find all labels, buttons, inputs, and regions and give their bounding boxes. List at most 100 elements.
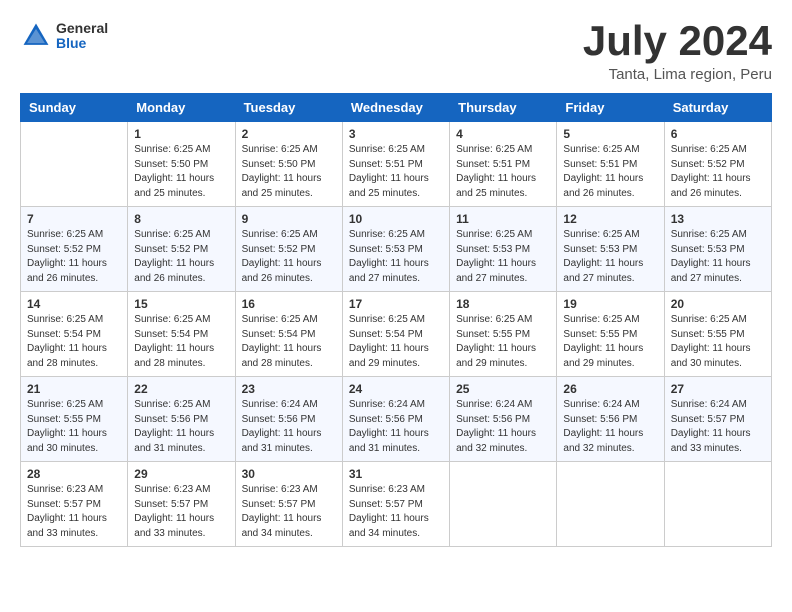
day-number: 29 [134,467,228,481]
day-number: 6 [671,127,765,141]
calendar-cell: 7 Sunrise: 6:25 AMSunset: 5:52 PMDaylight… [21,207,128,292]
day-info: Sunrise: 6:25 AMSunset: 5:55 PMDaylight:… [27,398,121,456]
day-info: Sunrise: 6:25 AMSunset: 5:52 PMDaylight:… [242,228,336,286]
day-info: Sunrise: 6:23 AMSunset: 5:57 PMDaylight:… [134,483,228,541]
calendar-cell: 25Sunrise: 6:24 AMSunset: 5:56 PMDayligh… [450,377,557,462]
calendar-week-row: 21 Sunrise: 6:25 AMSunset: 5:55 PMDayligh… [21,377,772,462]
day-number: 24 [349,382,443,396]
calendar-cell: 8 Sunrise: 6:25 AMSunset: 5:52 PMDaylight… [128,207,235,292]
day-info: Sunrise: 6:23 AMSunset: 5:57 PMDaylight:… [27,483,121,541]
day-number: 8 [134,212,228,226]
calendar-cell: 31 Sunrise: 6:23 AMSunset: 5:57 PMDayligh… [342,462,449,547]
day-number: 17 [349,297,443,311]
day-number: 13 [671,212,765,226]
month-title: July 2024 [583,20,772,62]
calendar-header-row: SundayMondayTuesdayWednesdayThursdayFrid… [21,94,772,122]
calendar-week-row: 28 Sunrise: 6:23 AMSunset: 5:57 PMDayligh… [21,462,772,547]
calendar-day-header: Tuesday [235,94,342,122]
calendar-cell: 5Sunrise: 6:25 AMSunset: 5:51 PMDaylight… [557,122,664,207]
day-info: Sunrise: 6:25 AMSunset: 5:53 PMDaylight:… [349,228,443,286]
calendar-cell: 21 Sunrise: 6:25 AMSunset: 5:55 PMDayligh… [21,377,128,462]
calendar-day-header: Friday [557,94,664,122]
day-number: 4 [456,127,550,141]
day-info: Sunrise: 6:25 AMSunset: 5:51 PMDaylight:… [456,143,550,201]
logo-general-text: General [56,21,108,36]
day-info: Sunrise: 6:25 AMSunset: 5:54 PMDaylight:… [134,313,228,371]
day-number: 28 [27,467,121,481]
calendar-cell: 4 Sunrise: 6:25 AMSunset: 5:51 PMDaylight… [450,122,557,207]
day-info: Sunrise: 6:25 AMSunset: 5:52 PMDaylight:… [134,228,228,286]
calendar-cell: 3 Sunrise: 6:25 AMSunset: 5:51 PMDaylight… [342,122,449,207]
calendar-cell: 9 Sunrise: 6:25 AMSunset: 5:52 PMDaylight… [235,207,342,292]
day-number: 11 [456,212,550,226]
location-text: Tanta, Lima region, Peru [583,66,772,83]
calendar-week-row: 1Sunrise: 6:25 AMSunset: 5:50 PMDaylight… [21,122,772,207]
calendar-cell: 27 Sunrise: 6:24 AMSunset: 5:57 PMDayligh… [664,377,771,462]
day-number: 18 [456,297,550,311]
calendar-cell: 26Sunrise: 6:24 AMSunset: 5:56 PMDayligh… [557,377,664,462]
day-info: Sunrise: 6:24 AMSunset: 5:56 PMDaylight:… [242,398,336,456]
day-number: 16 [242,297,336,311]
day-number: 19 [563,297,657,311]
calendar-week-row: 14 Sunrise: 6:25 AMSunset: 5:54 PMDayligh… [21,292,772,377]
calendar-day-header: Monday [128,94,235,122]
day-info: Sunrise: 6:25 AMSunset: 5:54 PMDaylight:… [27,313,121,371]
day-info: Sunrise: 6:25 AMSunset: 5:55 PMDaylight:… [671,313,765,371]
logo: General Blue [20,20,108,52]
calendar-cell: 11 Sunrise: 6:25 AMSunset: 5:53 PMDayligh… [450,207,557,292]
day-info: Sunrise: 6:24 AMSunset: 5:57 PMDaylight:… [671,398,765,456]
calendar-cell: 2Sunrise: 6:25 AMSunset: 5:50 PMDaylight… [235,122,342,207]
calendar-cell: 16 Sunrise: 6:25 AMSunset: 5:54 PMDayligh… [235,292,342,377]
day-number: 12 [563,212,657,226]
title-block: July 2024 Tanta, Lima region, Peru [583,20,772,83]
calendar-week-row: 7 Sunrise: 6:25 AMSunset: 5:52 PMDaylight… [21,207,772,292]
day-info: Sunrise: 6:25 AMSunset: 5:50 PMDaylight:… [242,143,336,201]
day-info: Sunrise: 6:25 AMSunset: 5:54 PMDaylight:… [242,313,336,371]
day-number: 23 [242,382,336,396]
calendar-table: SundayMondayTuesdayWednesdayThursdayFrid… [20,93,772,547]
calendar-cell [450,462,557,547]
day-info: Sunrise: 6:25 AMSunset: 5:53 PMDaylight:… [671,228,765,286]
day-info: Sunrise: 6:25 AMSunset: 5:51 PMDaylight:… [349,143,443,201]
day-number: 3 [349,127,443,141]
day-info: Sunrise: 6:25 AMSunset: 5:56 PMDaylight:… [134,398,228,456]
calendar-day-header: Saturday [664,94,771,122]
day-info: Sunrise: 6:25 AMSunset: 5:52 PMDaylight:… [27,228,121,286]
calendar-day-header: Sunday [21,94,128,122]
day-number: 21 [27,382,121,396]
calendar-cell: 12 Sunrise: 6:25 AMSunset: 5:53 PMDayligh… [557,207,664,292]
calendar-cell: 18 Sunrise: 6:25 AMSunset: 5:55 PMDayligh… [450,292,557,377]
calendar-cell: 14 Sunrise: 6:25 AMSunset: 5:54 PMDayligh… [21,292,128,377]
calendar-cell: 24Sunrise: 6:24 AMSunset: 5:56 PMDayligh… [342,377,449,462]
day-info: Sunrise: 6:25 AMSunset: 5:53 PMDaylight:… [456,228,550,286]
calendar-cell: 1Sunrise: 6:25 AMSunset: 5:50 PMDaylight… [128,122,235,207]
calendar-cell: 28 Sunrise: 6:23 AMSunset: 5:57 PMDayligh… [21,462,128,547]
day-info: Sunrise: 6:25 AMSunset: 5:55 PMDaylight:… [563,313,657,371]
calendar-day-header: Wednesday [342,94,449,122]
calendar-cell: 15Sunrise: 6:25 AMSunset: 5:54 PMDayligh… [128,292,235,377]
day-info: Sunrise: 6:25 AMSunset: 5:53 PMDaylight:… [563,228,657,286]
day-number: 31 [349,467,443,481]
calendar-cell [664,462,771,547]
logo-blue-text: Blue [56,36,108,51]
calendar-cell: 20 Sunrise: 6:25 AMSunset: 5:55 PMDayligh… [664,292,771,377]
calendar-cell: 13 Sunrise: 6:25 AMSunset: 5:53 PMDayligh… [664,207,771,292]
day-number: 7 [27,212,121,226]
day-number: 25 [456,382,550,396]
day-info: Sunrise: 6:24 AMSunset: 5:56 PMDaylight:… [563,398,657,456]
calendar-cell [21,122,128,207]
day-info: Sunrise: 6:25 AMSunset: 5:52 PMDaylight:… [671,143,765,201]
day-number: 14 [27,297,121,311]
day-number: 22 [134,382,228,396]
day-info: Sunrise: 6:25 AMSunset: 5:55 PMDaylight:… [456,313,550,371]
day-number: 20 [671,297,765,311]
logo-text: General Blue [56,21,108,52]
day-number: 27 [671,382,765,396]
calendar-cell: 30Sunrise: 6:23 AMSunset: 5:57 PMDayligh… [235,462,342,547]
day-info: Sunrise: 6:23 AMSunset: 5:57 PMDaylight:… [349,483,443,541]
day-info: Sunrise: 6:25 AMSunset: 5:54 PMDaylight:… [349,313,443,371]
calendar-cell [557,462,664,547]
calendar-cell: 19 Sunrise: 6:25 AMSunset: 5:55 PMDayligh… [557,292,664,377]
day-number: 9 [242,212,336,226]
day-info: Sunrise: 6:23 AMSunset: 5:57 PMDaylight:… [242,483,336,541]
